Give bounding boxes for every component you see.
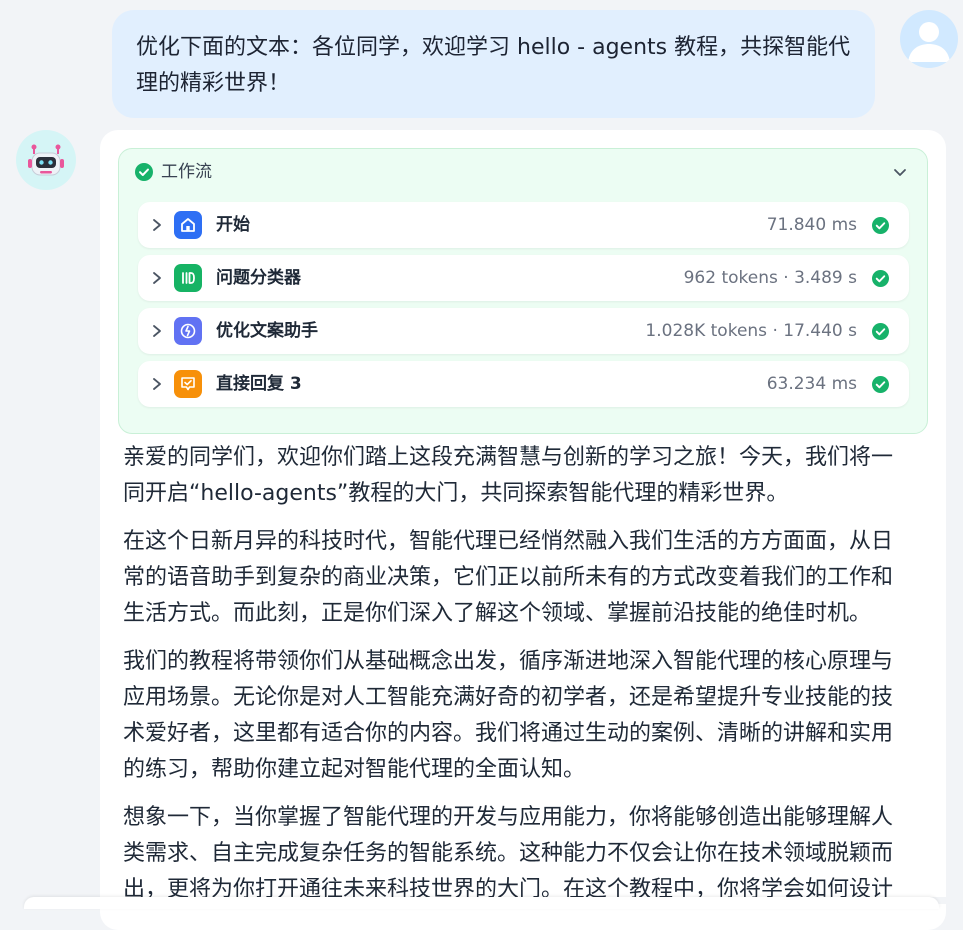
chat-input-box[interactable] [24,897,939,909]
workflow-node-llm[interactable]: 优化文案助手 1.028K tokens · 17.440 s [138,308,909,354]
user-message-bubble: 优化下面的文本：各位同学，欢迎学习 hello - agents 教程，共探智能… [112,10,875,118]
answer-paragraph: 我们的教程将带领你们从基础概念出发，循序渐进地深入智能代理的核心原理与应用场景。… [123,649,894,782]
node-meta: 71.840 ms [766,215,857,235]
chat-input-area [0,897,963,909]
node-label: 问题分类器 [216,268,301,288]
answer-paragraph: 在这个日新月异的科技时代，智能代理已经悄然融入我们生活的方方面面，从日常的语音助… [123,529,894,626]
bot-avatar [16,130,76,190]
answer-paragraph: 亲爱的同学们，欢迎你们踏上这段充满智慧与创新的学习之旅！今天，我们将一同开启“h… [123,445,894,506]
check-circle-icon [872,323,889,340]
answer-paragraph: 想象一下，当你掌握了智能代理的开发与应用能力，你将能够创造出能够理解人类需求、自… [123,805,894,902]
check-circle-icon [872,217,889,234]
chevron-down-icon[interactable] [891,163,909,181]
workflow-panel: 工作流 开始 71.840 ms 问题分类器 962 tokens · 3.48… [118,148,928,434]
node-label: 直接回复 3 [216,374,302,394]
node-meta: 1.028K tokens · 17.440 s [645,321,857,341]
node-label: 开始 [216,215,250,235]
chevron-right-icon[interactable] [150,270,164,286]
workflow-header[interactable]: 工作流 [119,149,927,195]
user-message-text: 优化下面的文本：各位同学，欢迎学习 hello - agents 教程，共探智能… [136,35,851,96]
workflow-node-classifier[interactable]: 问题分类器 962 tokens · 3.489 s [138,255,909,301]
chevron-right-icon[interactable] [150,323,164,339]
chevron-right-icon[interactable] [150,376,164,392]
answer-icon [174,370,202,398]
node-meta: 63.234 ms [766,374,857,394]
home-icon [174,211,202,239]
node-label: 优化文案助手 [216,321,318,341]
robot-icon [28,144,64,176]
workflow-title: 工作流 [161,162,212,182]
check-circle-icon [872,376,889,393]
llm-icon [174,317,202,345]
user-avatar [900,10,958,68]
user-avatar-icon [908,22,950,62]
check-circle-icon [135,163,153,181]
node-meta: 962 tokens · 3.489 s [683,268,857,288]
classifier-icon [174,264,202,292]
answer-content: 亲爱的同学们，欢迎你们踏上这段充满智慧与创新的学习之旅！今天，我们将一同开启“h… [123,440,913,920]
workflow-node-start[interactable]: 开始 71.840 ms [138,202,909,248]
chevron-right-icon[interactable] [150,217,164,233]
workflow-node-answer[interactable]: 直接回复 3 63.234 ms [138,361,909,407]
check-circle-icon [872,270,889,287]
